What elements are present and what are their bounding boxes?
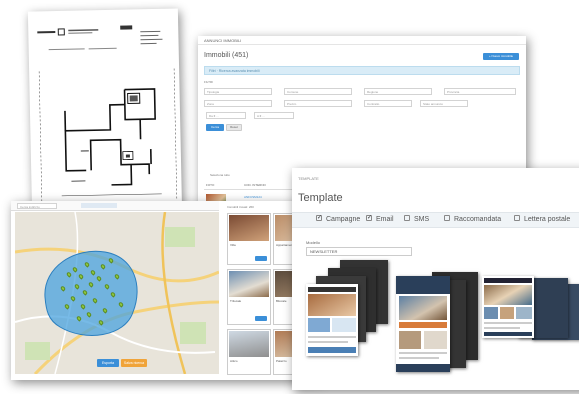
add-property-button[interactable]: + Nuovo immobile bbox=[483, 53, 519, 60]
listing-photo bbox=[229, 331, 269, 357]
map-canvas[interactable]: Esporta Salva ricerca bbox=[15, 212, 219, 374]
map-marker-icon[interactable] bbox=[73, 283, 81, 290]
map-header-bar bbox=[81, 203, 117, 208]
checkbox-icon[interactable] bbox=[444, 215, 450, 222]
channel-campagne[interactable]: Campagne bbox=[316, 214, 360, 223]
map-marker-icon[interactable] bbox=[109, 291, 117, 298]
results-count: Immobili trovati: 260 bbox=[227, 205, 254, 209]
listing-card[interactable]: Attico bbox=[227, 329, 271, 375]
filter-field[interactable]: Comune bbox=[284, 88, 352, 95]
search-button[interactable]: Cerca bbox=[206, 124, 224, 131]
channel-sms[interactable]: SMS bbox=[404, 215, 429, 223]
filter-field[interactable]: Regione bbox=[364, 88, 432, 95]
map-marker-icon[interactable] bbox=[95, 275, 103, 282]
filter-field[interactable]: Contratto bbox=[364, 100, 412, 107]
listing-title: Villa bbox=[230, 243, 236, 247]
checkbox-icon[interactable] bbox=[366, 214, 372, 222]
map-marker-icon[interactable] bbox=[77, 273, 85, 280]
filter-field[interactable]: Stato annuncio bbox=[420, 100, 468, 107]
map-marker-icon[interactable] bbox=[117, 301, 125, 308]
floor-plan-drawing bbox=[37, 25, 178, 202]
col-photo: FOTO bbox=[206, 183, 215, 187]
map-marker-icon[interactable] bbox=[99, 263, 107, 270]
col-code: COD. INTERNO bbox=[244, 183, 266, 187]
listing-photo bbox=[229, 215, 269, 241]
map-marker-icon[interactable] bbox=[71, 266, 79, 273]
map-marker-icon[interactable] bbox=[103, 283, 111, 290]
map-marker-icon[interactable] bbox=[81, 289, 89, 296]
map-marker-icon[interactable] bbox=[89, 269, 97, 276]
map-marker-icon[interactable] bbox=[83, 261, 91, 268]
row-code[interactable]: ANFCSM124 bbox=[244, 195, 262, 199]
listing-title: Attico bbox=[230, 359, 238, 363]
page-title: Immobili (451) bbox=[204, 52, 249, 59]
map-toolbar: Cerca indirizzo bbox=[11, 201, 219, 211]
channel-email[interactable]: Email bbox=[366, 214, 394, 223]
map-marker-icon[interactable] bbox=[79, 303, 87, 310]
listing-card[interactable]: Trilocale bbox=[227, 269, 271, 325]
listing-open-button[interactable] bbox=[255, 256, 267, 261]
save-search-button[interactable]: Salva ricerca bbox=[121, 359, 147, 367]
template-preview bbox=[482, 276, 534, 338]
page-title: Template bbox=[298, 192, 343, 204]
listing-title: Bilocale bbox=[276, 299, 287, 303]
floor-plan-document bbox=[27, 8, 183, 217]
select-all-checkbox[interactable]: Seleziona tutto bbox=[210, 173, 230, 177]
listing-card[interactable]: Villa bbox=[227, 213, 271, 265]
map-marker-icon[interactable] bbox=[91, 297, 99, 304]
breadcrumb: TEMPLATE bbox=[298, 176, 319, 181]
map-marker-icon[interactable] bbox=[85, 311, 93, 318]
map-marker-icon[interactable] bbox=[107, 257, 115, 264]
map-marker-icon[interactable] bbox=[113, 273, 121, 280]
filter-field[interactable]: Provincia bbox=[444, 88, 516, 95]
address-search-input[interactable]: Cerca indirizzo bbox=[17, 203, 57, 209]
top-nav: ANNUNCI IMMOBILI bbox=[198, 36, 526, 45]
collage: ANNUNCI IMMOBILI Immobili (451) + Nuovo … bbox=[0, 0, 579, 394]
map-marker-icon[interactable] bbox=[101, 307, 109, 314]
checkbox-icon[interactable] bbox=[404, 215, 410, 222]
map-marker-icon[interactable] bbox=[63, 303, 71, 310]
model-label: Modello bbox=[306, 240, 321, 245]
checkbox-icon[interactable] bbox=[514, 215, 520, 222]
marker-layer bbox=[15, 212, 219, 374]
template-preview bbox=[396, 276, 450, 372]
channel-filter-bar: Campagne Email SMS Raccomandata Lettera … bbox=[292, 212, 579, 228]
channel-lettera[interactable]: Lettera postale bbox=[514, 215, 570, 223]
filter-field[interactable]: Da € ... bbox=[206, 112, 246, 119]
template-preview bbox=[306, 284, 358, 356]
map-marker-icon[interactable] bbox=[97, 319, 105, 326]
filter-field[interactable]: Tipologia bbox=[204, 88, 272, 95]
export-button[interactable]: Esporta bbox=[97, 359, 119, 367]
reset-button[interactable]: Reset bbox=[226, 124, 242, 131]
map-marker-icon[interactable] bbox=[69, 295, 77, 302]
filter-field[interactable]: Zona bbox=[204, 100, 272, 107]
filter-field[interactable]: Prezzo bbox=[284, 100, 352, 107]
map-marker-icon[interactable] bbox=[87, 281, 95, 288]
map-marker-icon[interactable] bbox=[75, 315, 83, 322]
listing-title: Palazzo bbox=[276, 359, 287, 363]
map-marker-icon[interactable] bbox=[59, 285, 67, 292]
info-alert: Filtri · Ricerca avanzata immobili bbox=[204, 66, 520, 75]
map-search-screen: Cerca indirizzo Esporta Salva ricerca Im… bbox=[11, 201, 321, 380]
filter-field[interactable]: A € ... bbox=[254, 112, 294, 119]
checkbox-icon[interactable] bbox=[316, 214, 322, 222]
template-screen: TEMPLATE Template Campagne Email SMS Rac… bbox=[292, 168, 579, 390]
listing-photo bbox=[229, 271, 269, 297]
map-marker-icon[interactable] bbox=[65, 271, 73, 278]
channel-raccomandata[interactable]: Raccomandata bbox=[444, 215, 501, 223]
listing-open-button[interactable] bbox=[255, 316, 267, 321]
listing-title: Trilocale bbox=[230, 299, 242, 303]
model-select[interactable]: NEWSLETTER bbox=[306, 247, 412, 256]
filters-label: FILTRI bbox=[204, 80, 213, 84]
